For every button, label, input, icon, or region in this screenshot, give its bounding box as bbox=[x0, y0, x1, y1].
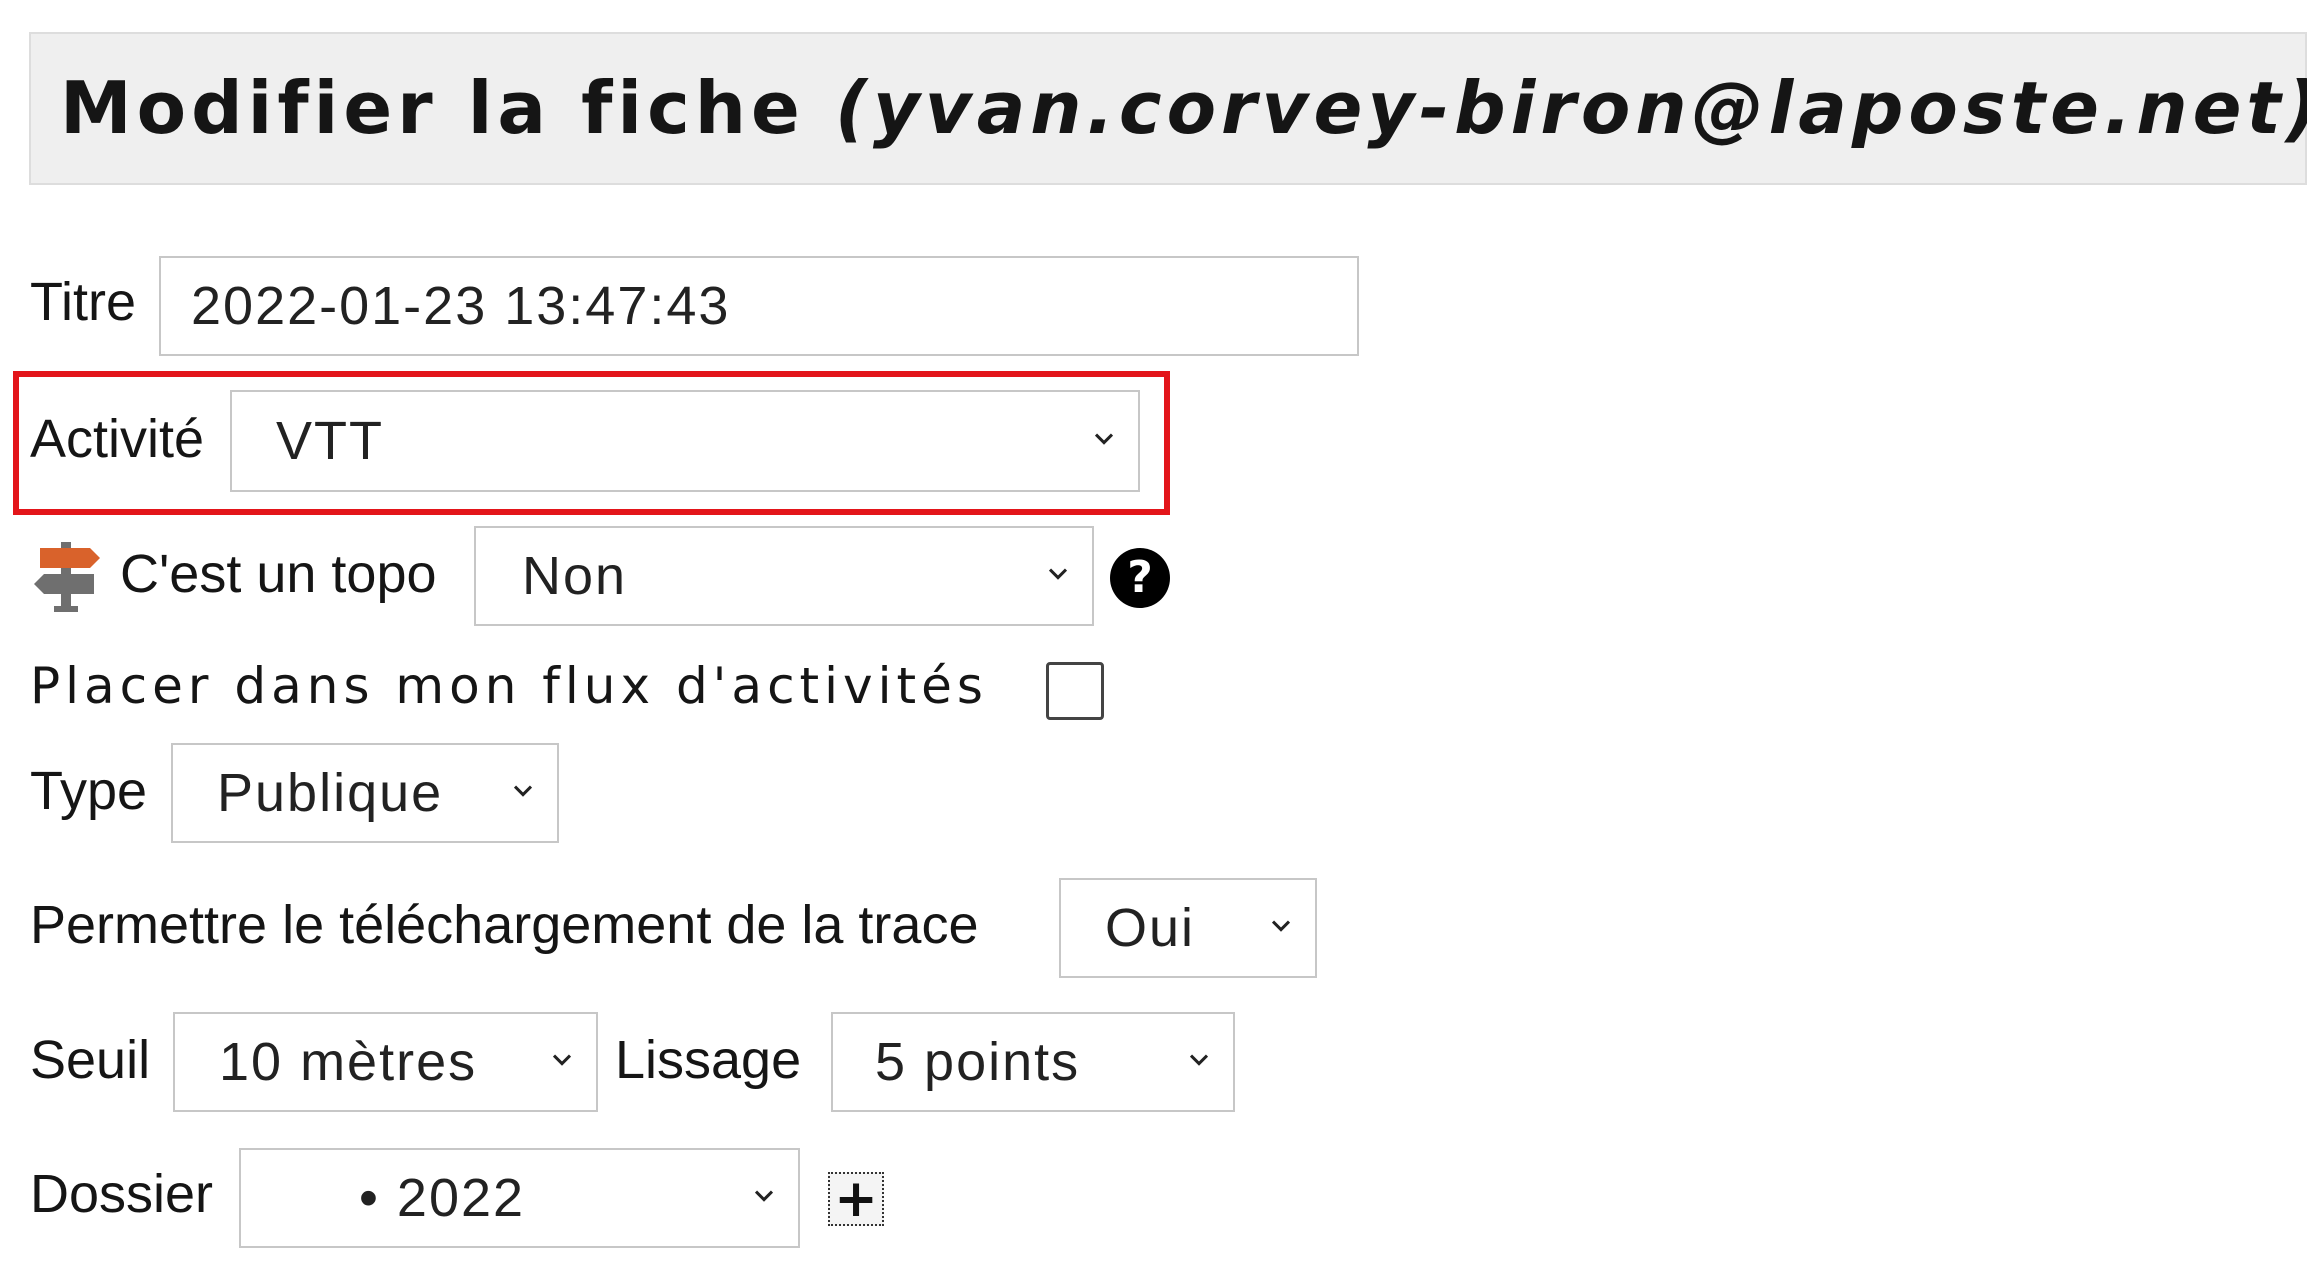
chevron-down-icon bbox=[1271, 920, 1291, 932]
chevron-down-icon bbox=[552, 1054, 572, 1066]
dossier-value: • 2022 bbox=[359, 1168, 526, 1228]
seuil-label: Seuil bbox=[30, 1030, 151, 1090]
titre-input[interactable]: 2022-01-23 13:47:43 bbox=[159, 256, 1359, 356]
telechargement-value: Oui bbox=[1105, 898, 1196, 958]
chevron-down-icon bbox=[513, 785, 533, 797]
page-title-email: (yvan.corvey-biron@laposte.net) bbox=[834, 66, 2307, 150]
chevron-down-icon bbox=[754, 1190, 774, 1202]
flux-checkbox[interactable] bbox=[1046, 662, 1104, 720]
chevron-down-icon bbox=[1094, 433, 1114, 445]
type-select[interactable]: Publique bbox=[171, 743, 559, 843]
titre-label: Titre bbox=[30, 272, 136, 332]
telechargement-select[interactable]: Oui bbox=[1059, 878, 1317, 978]
activite-value: VTT bbox=[276, 411, 384, 471]
dossier-select[interactable]: • 2022 bbox=[239, 1148, 800, 1248]
type-value: Publique bbox=[217, 763, 444, 823]
dossier-label: Dossier bbox=[30, 1164, 214, 1224]
page-title: Modifier la fiche (yvan.corvey-biron@lap… bbox=[60, 63, 2307, 153]
lissage-select[interactable]: 5 points bbox=[831, 1012, 1235, 1112]
signpost-icon bbox=[34, 542, 100, 612]
seuil-value: 10 mètres bbox=[219, 1032, 478, 1092]
chevron-down-icon bbox=[1048, 568, 1068, 580]
help-icon[interactable]: ? bbox=[1110, 548, 1170, 608]
activite-select[interactable]: VTT bbox=[230, 390, 1140, 492]
add-folder-button[interactable]: + bbox=[828, 1172, 884, 1226]
titre-value: 2022-01-23 13:47:43 bbox=[191, 276, 731, 336]
activite-label: Activité bbox=[30, 409, 205, 469]
topo-label: C'est un topo bbox=[120, 544, 437, 604]
type-label: Type bbox=[30, 761, 148, 821]
seuil-select[interactable]: 10 mètres bbox=[173, 1012, 598, 1112]
chevron-down-icon bbox=[1189, 1054, 1209, 1066]
telechargement-label: Permettre le téléchargement de la trace bbox=[30, 895, 979, 955]
topo-select[interactable]: Non bbox=[474, 526, 1094, 626]
topo-value: Non bbox=[522, 546, 628, 606]
page-title-prefix: Modifier la fiche bbox=[60, 66, 805, 150]
flux-label: Placer dans mon flux d'activités bbox=[30, 657, 988, 715]
lissage-label: Lissage bbox=[615, 1030, 802, 1090]
lissage-value: 5 points bbox=[875, 1032, 1081, 1092]
